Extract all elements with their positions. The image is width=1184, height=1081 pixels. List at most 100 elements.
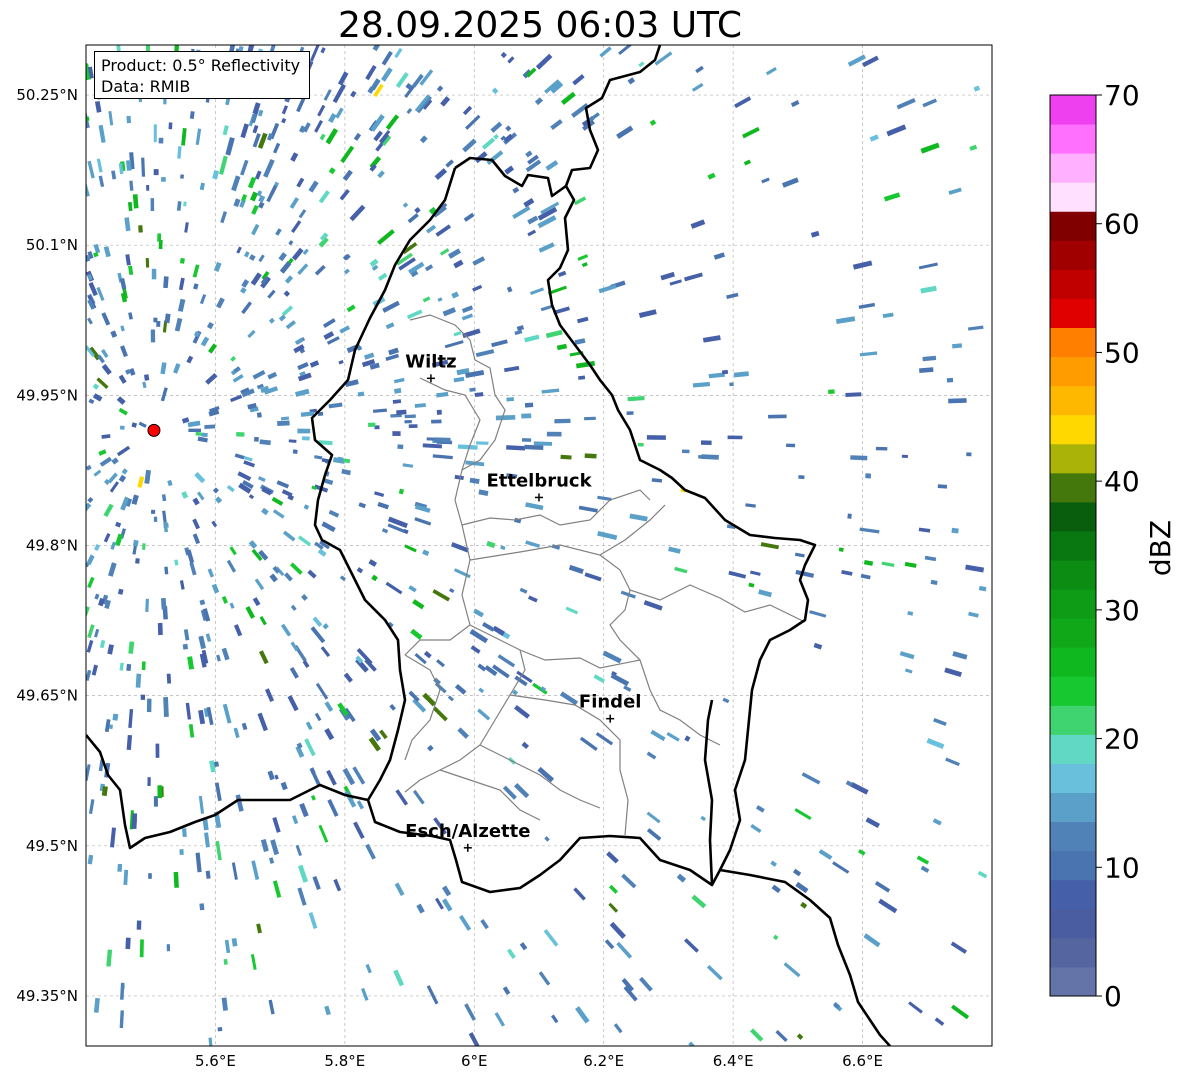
echo-cell <box>786 443 796 448</box>
colorbar-tick-label: 60 <box>1104 208 1140 241</box>
colorbar-segment <box>1050 356 1096 387</box>
city-label: Esch/Alzette <box>405 821 530 842</box>
echo-cell <box>151 268 157 280</box>
echo-cell <box>254 436 259 442</box>
echo-cell <box>546 431 562 437</box>
colorbar-segment <box>1050 501 1096 532</box>
echo-cell <box>828 389 835 394</box>
colorbar-segment <box>1050 385 1096 416</box>
lat-tick-label: 49.65°N <box>16 687 78 705</box>
map-figure: Wiltz Ettelbruck Findel Esch/Alzette 49.35°… <box>16 30 1177 1070</box>
latitude-tick-labels: 49.35°N 49.5°N 49.65°N 49.8°N 49.95°N 50.1°N 5… <box>16 86 78 1005</box>
echo-cell <box>145 598 149 613</box>
echo-cell <box>150 198 155 212</box>
echo-cell <box>560 454 572 460</box>
echo-cell <box>117 863 123 872</box>
echo-cell <box>521 438 532 442</box>
echo-cell <box>937 484 948 489</box>
echo-cell <box>158 137 164 144</box>
city-label: Ettelbruck <box>486 470 592 491</box>
echo-cell <box>163 697 169 717</box>
colorbar-segment <box>1050 734 1096 764</box>
colorbar-segment <box>1050 821 1096 852</box>
city-label: Findel <box>579 692 642 713</box>
lat-tick-label: 49.5°N <box>26 837 78 855</box>
echo-cell <box>132 813 138 823</box>
echo-cell <box>847 513 852 519</box>
echo-cell <box>163 522 169 529</box>
echo-cell <box>875 446 888 451</box>
colorbar-tick-label: 20 <box>1104 723 1140 756</box>
echo-cell <box>146 184 150 191</box>
colorbar-segment <box>1050 966 1096 997</box>
echo-cell <box>145 258 150 268</box>
echo-cell <box>768 414 787 419</box>
colorbar-segment <box>1050 211 1096 241</box>
echo-cell <box>126 663 132 672</box>
echo-cell <box>148 873 152 879</box>
echo-cell <box>201 432 208 438</box>
echo-cell <box>727 435 743 440</box>
echo-cell <box>168 122 173 130</box>
colorbar-segment <box>1050 414 1096 445</box>
colorbar-segment <box>1050 443 1096 474</box>
echo-cell <box>141 661 146 671</box>
colorbar-segment <box>1050 705 1096 735</box>
echo-cell <box>135 673 142 688</box>
product-label: Product: 0.5° Reflectivity <box>101 56 301 75</box>
product-info-box: Product: 0.5° Reflectivity Data: RMIB <box>94 51 310 99</box>
city-label: Wiltz <box>405 351 456 372</box>
colorbar-segment <box>1050 676 1096 706</box>
echo-cell <box>337 456 344 463</box>
echo-cell <box>637 442 644 447</box>
echo-cell <box>408 424 418 428</box>
echo-cell <box>729 382 734 387</box>
radar-site-marker[interactable] <box>147 423 161 437</box>
echo-cell <box>155 743 160 758</box>
echo-cell <box>156 320 161 327</box>
echo-cell <box>521 413 532 419</box>
colorbar-tick-label: 70 <box>1104 79 1140 112</box>
echo-cell <box>948 398 967 404</box>
colorbar-segment <box>1050 298 1096 329</box>
echo-cell <box>119 425 125 430</box>
colorbar-segment <box>1050 850 1096 881</box>
echo-cell <box>153 516 158 522</box>
echo-cell <box>554 418 571 424</box>
echo-cell <box>397 444 404 450</box>
echo-cell <box>153 796 158 807</box>
echo-cell <box>901 454 908 459</box>
echo-cell <box>436 409 442 415</box>
echo-cell <box>434 437 451 443</box>
echo-cell <box>138 225 143 233</box>
echo-cell <box>368 422 376 427</box>
echo-cell <box>476 441 489 445</box>
lon-tick-label: 5.6°E <box>195 1052 236 1070</box>
echo-cell <box>524 444 544 451</box>
map-area[interactable]: Wiltz Ettelbruck Findel Esch/Alzette <box>81 30 992 1052</box>
lon-tick-label: 6.4°E <box>713 1052 754 1070</box>
colorbar-tick-label: 40 <box>1104 465 1140 498</box>
echo-cell <box>199 903 205 911</box>
echo-cell <box>431 419 442 424</box>
echo-cell <box>153 169 159 176</box>
echo-cell <box>584 416 596 421</box>
echo-cell <box>292 449 298 455</box>
colorbar-segment <box>1050 95 1096 125</box>
colorbar-label: dBZ <box>1144 520 1177 576</box>
echo-cell <box>700 440 712 446</box>
echo-cell <box>173 871 179 888</box>
colorbar-tick-label: 10 <box>1104 851 1140 884</box>
echo-cell <box>126 160 132 171</box>
echo-cell <box>157 233 162 242</box>
colorbar-segment <box>1050 589 1096 619</box>
echo-cell <box>297 428 311 434</box>
lat-tick-label: 50.25°N <box>16 86 78 104</box>
colorbar-segment <box>1050 153 1096 183</box>
colorbar-segment <box>1050 937 1096 968</box>
echo-cell <box>204 424 216 430</box>
echo-cell <box>132 539 139 547</box>
echo-cell <box>946 377 954 383</box>
echo-cell <box>136 920 142 930</box>
echo-cell <box>865 473 872 479</box>
